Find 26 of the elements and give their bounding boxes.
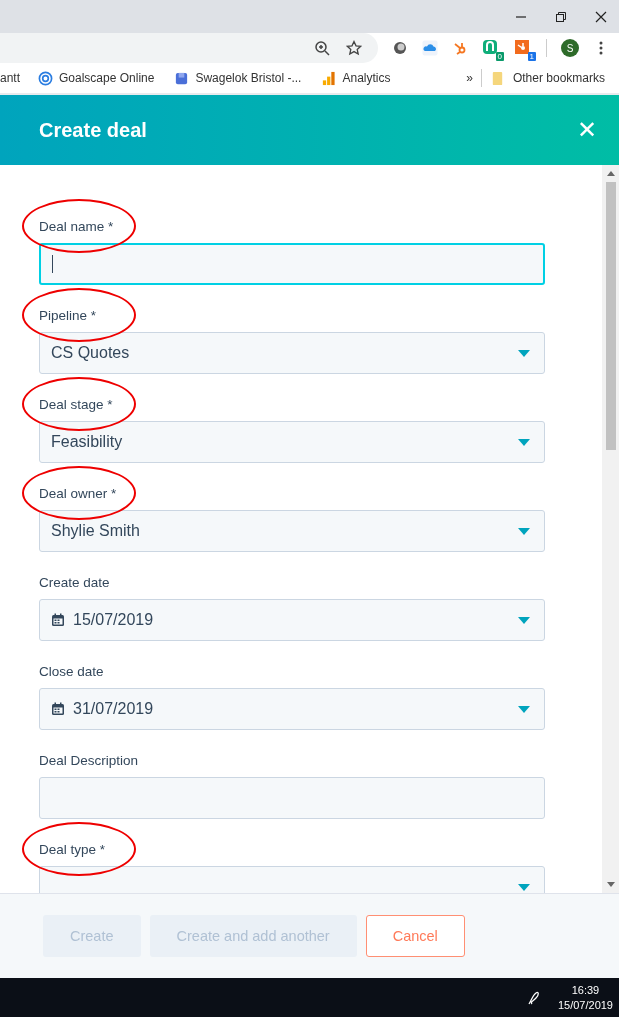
profile-avatar[interactable]: S [561,39,579,57]
bookmark-link[interactable]: Other bookmarks [512,71,605,85]
field-label: Create date [39,575,110,590]
bookmark-link[interactable]: antt [0,71,20,85]
dropdown-field[interactable]: Shylie Smith [39,510,545,552]
extension-badge: 0 [495,52,504,61]
bookmarks-overflow[interactable]: » [466,71,473,85]
dropdown-field[interactable]: CS Quotes [39,332,545,374]
field-label: Deal Description [39,753,139,768]
extension-badge: 1 [527,52,536,61]
clock-date: 15/07/2019 [557,997,613,1013]
dropdown-field[interactable]: 31/07/2019 [39,688,545,730]
dialog-title: Create deal [39,118,147,142]
clock[interactable]: 16:39 15/07/2019 [557,982,613,1013]
dropdown-field[interactable]: 15/07/2019 [39,599,545,641]
bookmark-link[interactable]: Swagelok Bristol -... [195,71,302,85]
field-label: Deal stage * [39,397,113,412]
field-label: Deal owner * [39,486,117,501]
field-label: Close date [39,664,104,679]
clock-time: 16:39 [571,982,600,998]
field-label: Deal type * [39,842,106,857]
dropdown-field[interactable]: Feasibility [39,421,545,463]
field-label: Pipeline * [39,308,97,323]
field-label: Deal name * [39,219,114,234]
bookmark-link[interactable]: Goalscape Online [59,71,155,85]
bookmark-link[interactable]: Analytics [342,71,391,85]
